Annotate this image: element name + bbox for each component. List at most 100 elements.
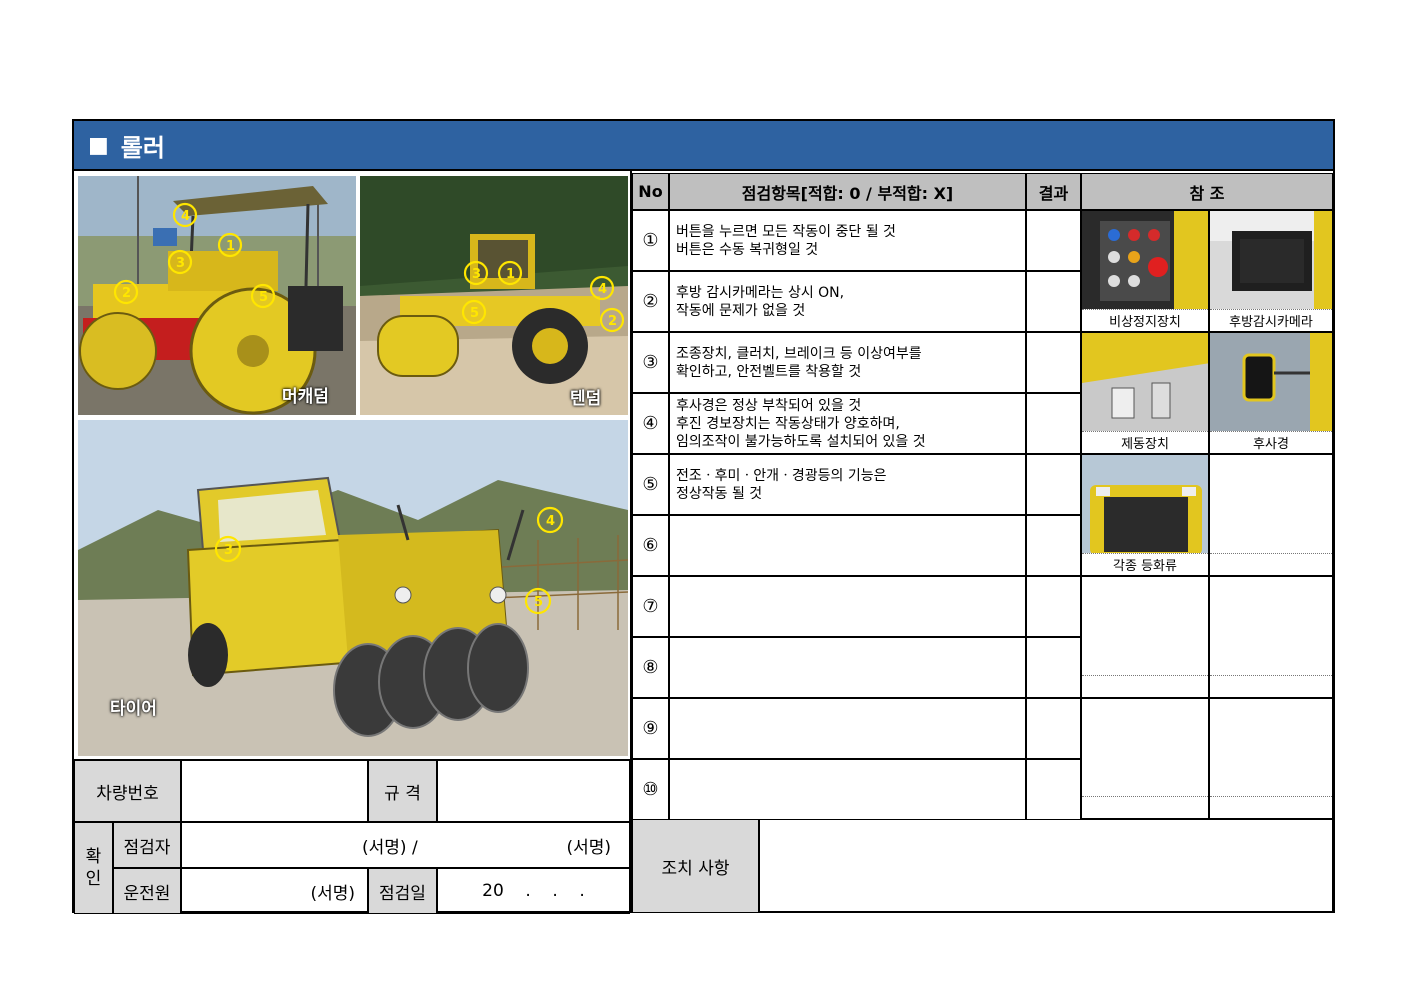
vehicle-no-field[interactable]: [181, 760, 368, 822]
svg-text:2: 2: [122, 286, 131, 301]
row-result-field[interactable]: [1026, 637, 1081, 698]
ref-brake: 제동장치: [1081, 332, 1209, 454]
row-number: ⑨: [632, 698, 669, 759]
ref-lights-caption: 각종 등화류: [1082, 553, 1208, 575]
check-item-line: 후방 감시카메라는 상시 ON,: [676, 284, 845, 301]
row-number: ⑩: [632, 759, 669, 820]
ref-empty-1: [1209, 454, 1333, 576]
row-number: ⑧: [632, 637, 669, 698]
row-number: ④: [632, 393, 669, 454]
spec-field[interactable]: [437, 760, 630, 822]
header-no: No: [632, 173, 669, 210]
row-check-item: 후방 감시카메라는 상시 ON, 작동에 문제가 없을 것: [669, 271, 1026, 332]
action-label: 조치 사항: [632, 819, 759, 913]
svg-text:5: 5: [259, 290, 268, 305]
row-check-item: 전조ㆍ후미ㆍ안개ㆍ경광등의 기능은 정상작동 될 것: [669, 454, 1026, 515]
tandem-roller-photo: 3 1 4 5 2 텐덤: [360, 176, 628, 415]
driver-label: 운전원: [113, 868, 181, 914]
check-item-line: 버튼을 누르면 모든 작동이 중단 될 것: [676, 223, 896, 240]
row-check-item: [669, 576, 1026, 637]
svg-text:2: 2: [608, 314, 617, 329]
row-result-field[interactable]: [1026, 332, 1081, 393]
row-result-field[interactable]: [1026, 271, 1081, 332]
ref-empty-1-caption: [1210, 553, 1332, 575]
row-number: ②: [632, 271, 669, 332]
driver-sign-field[interactable]: (서명): [181, 868, 368, 914]
check-item-line: 임의조작이 불가능하도록 설치되어 있을 것: [676, 433, 926, 450]
row-check-item: [669, 759, 1026, 820]
ref-empty-5: [1209, 698, 1333, 819]
check-table: No 점검항목[적합: 0 / 부적합: X] 결과 참 조 ① 버튼을 누르면 …: [632, 171, 1333, 820]
date-field[interactable]: 20 . . .: [437, 868, 630, 914]
ref-mirror-caption: 후사경: [1210, 431, 1332, 453]
date-label: 점검일: [368, 868, 437, 914]
inspector-sign-text-2: (서명): [566, 837, 611, 858]
inspector-sign-field[interactable]: (서명) / (서명): [181, 822, 630, 868]
row-number: ⑤: [632, 454, 669, 515]
tandem-label: 텐덤: [570, 389, 602, 409]
svg-text:5: 5: [534, 595, 543, 610]
row-check-item: 조종장치, 클러치, 브레이크 등 이상여부를 확인하고, 안전벨트를 착용할 것: [669, 332, 1026, 393]
row-result-field[interactable]: [1026, 515, 1081, 576]
photo-panel: 4 1 3 2 5 머캐덤 3 1 4 5 2 텐덤 3 4 5 타이어: [74, 171, 632, 759]
row-result-field[interactable]: [1026, 698, 1081, 759]
ref-rear-camera: 후방감시카메라: [1209, 210, 1333, 332]
row-result-field[interactable]: [1026, 454, 1081, 515]
emergency-stop-image: [1082, 211, 1208, 311]
svg-text:4: 4: [546, 514, 555, 529]
ref-empty-4: [1081, 698, 1209, 819]
row-number: ③: [632, 332, 669, 393]
macadam-label: 머캐덤: [282, 387, 329, 407]
title-marker: ■: [88, 132, 109, 158]
svg-text:5: 5: [470, 306, 479, 321]
ref-empty-3-caption: [1210, 675, 1332, 697]
ref-empty-4-caption: [1082, 796, 1208, 818]
title-bar: ■ 롤러: [74, 121, 1333, 171]
row-result-field[interactable]: [1026, 393, 1081, 454]
ref-lights: 각종 등화류: [1081, 454, 1209, 576]
ref-empty-2-caption: [1082, 675, 1208, 697]
ref-empty-3: [1209, 576, 1333, 698]
row-result-field[interactable]: [1026, 210, 1081, 271]
inspector-sign-text: (서명) /: [362, 837, 418, 858]
lights-image: [1082, 455, 1208, 555]
mirror-image: [1210, 333, 1332, 433]
vehicle-no-label: 차량번호: [74, 760, 181, 822]
ref-empty-5-caption: [1210, 796, 1332, 818]
row-number: ⑥: [632, 515, 669, 576]
action-field[interactable]: [759, 819, 1333, 913]
ref-mirror: 후사경: [1209, 332, 1333, 454]
check-item-line: 조종장치, 클러치, 브레이크 등 이상여부를: [676, 345, 922, 362]
svg-text:4: 4: [598, 282, 607, 297]
svg-text:4: 4: [181, 209, 190, 224]
check-item-line: 전조ㆍ후미ㆍ안개ㆍ경광등의 기능은: [676, 467, 887, 484]
spec-label: 규 격: [368, 760, 437, 822]
header-result: 결과: [1026, 173, 1081, 210]
row-check-item: [669, 698, 1026, 759]
svg-text:1: 1: [226, 239, 235, 254]
page-title: 롤러: [120, 133, 165, 162]
tire-label: 타이어: [110, 699, 157, 719]
header-ref: 참 조: [1081, 173, 1333, 210]
ref-emergency-stop-caption: 비상정지장치: [1082, 309, 1208, 331]
vehicle-info-table: 차량번호 규 격 확 인 점검자 (서명) / (서명) 운전원 (서명) 점검…: [74, 759, 632, 914]
row-result-field[interactable]: [1026, 576, 1081, 637]
confirm-label: 확 인: [74, 822, 113, 914]
row-number: ①: [632, 210, 669, 271]
rear-camera-image: [1210, 211, 1332, 311]
header-item: 점검항목[적합: 0 / 부적합: X]: [669, 173, 1026, 210]
row-check-item: 후사경은 정상 부착되어 있을 것 후진 경보장치는 작동상태가 양호하며, 임의조…: [669, 393, 1026, 454]
check-item-line: 작동에 문제가 없을 것: [676, 302, 806, 319]
svg-text:3: 3: [224, 543, 233, 558]
svg-text:3: 3: [472, 267, 481, 282]
check-item-line: 후진 경보장치는 작동상태가 양호하며,: [676, 415, 900, 432]
check-item-line: 후사경은 정상 부착되어 있을 것: [676, 397, 862, 414]
brake-image: [1082, 333, 1208, 433]
svg-text:3: 3: [176, 256, 185, 271]
row-result-field[interactable]: [1026, 759, 1081, 820]
row-check-item: [669, 515, 1026, 576]
svg-text:1: 1: [506, 267, 515, 282]
check-item-line: 버튼은 수동 복귀형일 것: [676, 241, 819, 258]
tire-roller-photo: 3 4 5 타이어: [78, 420, 628, 756]
ref-rear-camera-caption: 후방감시카메라: [1210, 309, 1332, 331]
